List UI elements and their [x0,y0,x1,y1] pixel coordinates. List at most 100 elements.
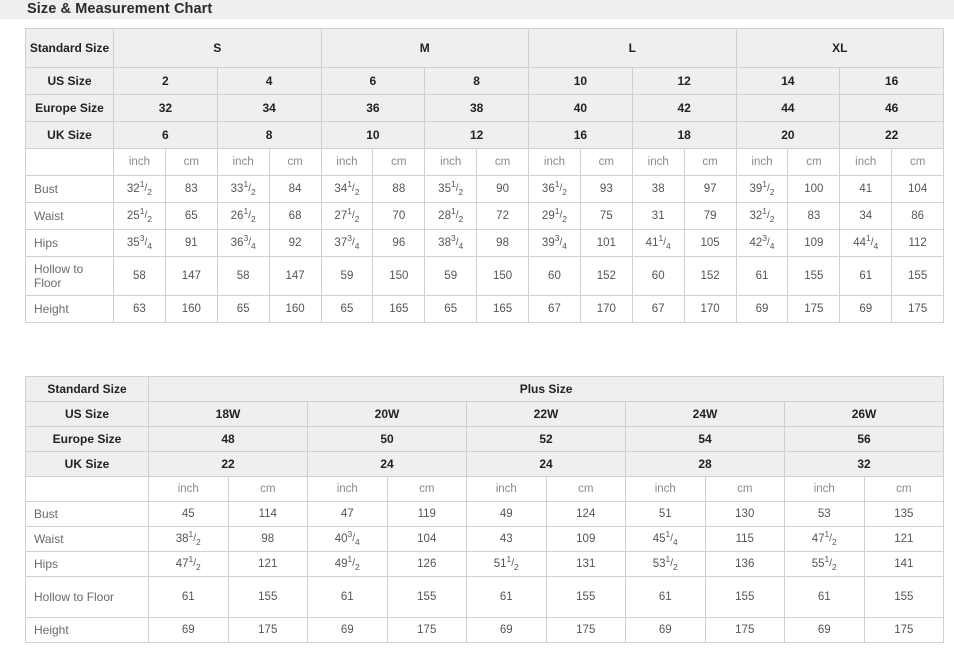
size-value-cell: 48 [148,426,308,452]
unit-label-inch: inch [320,148,374,176]
size-value-cell: 8 [424,67,530,95]
plus-unit-header-row: inch cm inch cm inch cm inch cm inch cm [25,476,945,502]
standard-size-table: Standard Size S M L XL US Size 2 4 6 8 10 12 14 16 Eur… [25,28,945,323]
measure-value-cell: 41 [839,175,893,203]
measure-value-cell: 491/2 [307,551,388,577]
size-group-header-s: S [113,28,322,68]
measure-value-cell: 271/2 [320,202,374,230]
measure-value-cell: 47 [307,501,388,527]
measure-value-cell: 61 [466,576,547,618]
measure-value-cell: 114 [227,501,308,527]
measure-label-bust: Bust [25,175,114,203]
measure-label-waist: Waist [25,202,114,230]
measure-value-cell: 147 [164,256,218,296]
measure-value-cell: 86 [891,202,945,230]
unit-label-cm: cm [372,148,426,176]
measure-value-cell: 471/2 [148,551,229,577]
plus-measure-row-hollow-to-floor: Hollow to Floor 61 155 61 155 61 155 61 155 61 155 [25,576,945,618]
measure-label-height: Height [25,617,149,643]
measure-value-cell: 175 [386,617,467,643]
measure-value-cell: 72 [476,202,530,230]
measure-value-cell: 119 [386,501,467,527]
measure-value-cell: 31 [631,202,685,230]
measure-value-cell: 403/4 [307,526,388,552]
measure-value-cell: 83 [787,202,841,230]
measure-value-cell: 98 [227,526,308,552]
measure-value-cell: 121 [863,526,945,552]
unit-header-row: inch cm inch cm inch cm inch cm inch cm inch cm inch… [25,148,945,176]
measure-value-cell: 105 [683,229,737,257]
size-value-cell: 16 [528,121,633,149]
row-header-europe-size: Europe Size [25,94,114,122]
measure-value-cell: 43 [466,526,547,552]
unit-label-cm: cm [704,476,785,502]
measure-value-cell: 69 [148,617,229,643]
measure-value-cell: 61 [307,576,388,618]
measure-value-cell: 150 [476,256,530,296]
unit-label-cm: cm [476,148,530,176]
measure-value-cell: 51 [625,501,706,527]
measure-value-cell: 65 [164,202,218,230]
row-header-us-size: US Size [25,67,114,95]
measure-value-cell: 551/2 [784,551,865,577]
measure-value-cell: 393/4 [528,229,581,257]
unit-label-cm: cm [787,148,841,176]
measure-value-cell: 155 [891,256,945,296]
unit-label-cm: cm [683,148,737,176]
measure-value-cell: 441/4 [839,229,893,257]
row-header-us-size: US Size [25,401,149,427]
measure-value-cell: 59 [320,256,374,296]
plus-size-row-us-size: US Size 18W 20W 22W 24W 26W [25,401,945,427]
size-value-cell: 6 [320,67,426,95]
measure-value-cell: 112 [891,229,945,257]
size-value-cell: 8 [216,121,322,149]
size-value-cell: 40 [528,94,633,122]
size-value-cell: 12 [631,67,737,95]
measure-value-cell: 130 [704,501,785,527]
measure-value-cell: 381/2 [148,526,229,552]
measure-label-bust: Bust [25,501,149,527]
size-value-cell: 54 [625,426,785,452]
measure-value-cell: 38 [631,175,685,203]
measure-value-cell: 170 [683,295,737,323]
plus-size-table: Standard Size Plus Size US Size 18W 20W 22W 24… [25,376,945,643]
size-value-cell: 22 [148,451,308,477]
measure-value-cell: 331/2 [216,175,270,203]
measure-value-cell: 83 [164,175,218,203]
measure-value-cell: 251/2 [113,202,166,230]
corner-label-standard-size-plus: Standard Size [25,376,149,402]
measure-value-cell: 96 [372,229,426,257]
measure-value-cell: 373/4 [320,229,374,257]
measure-value-cell: 511/2 [466,551,547,577]
size-value-cell: 26W [783,401,945,427]
measure-value-cell: 131 [545,551,626,577]
size-value-cell: 2 [113,67,218,95]
size-value-cell: 38 [424,94,530,122]
plus-measure-row-bust: Bust 45 114 47 119 49 124 51 130 53 135 [25,501,945,527]
measure-value-cell: 90 [476,175,530,203]
measure-value-cell: 451/4 [625,526,706,552]
measure-value-cell: 75 [579,202,633,230]
measure-row-hollow-to-floor: Hollow to Floor 58 147 58 147 59 150 59 150 60 152… [25,256,945,296]
size-group-header-m: M [320,28,530,68]
plus-measure-row-hips: Hips 471/2 121 491/2 126 511/2 131 531/2 136 551/… [25,551,945,577]
size-value-cell: 24 [307,451,467,477]
plus-measure-row-waist: Waist 381/2 98 403/4 104 43 109 451/4 115 471/2 12… [25,526,945,552]
measure-value-cell: 104 [386,526,467,552]
measure-value-cell: 261/2 [216,202,270,230]
plus-measure-row-height: Height 69 175 69 175 69 175 69 175 69 175 [25,617,945,643]
measure-label-waist: Waist [25,526,149,552]
measure-value-cell: 69 [735,295,789,323]
size-value-cell: 56 [783,426,945,452]
measure-value-cell: 321/2 [113,175,166,203]
unit-label-inch: inch [631,148,685,176]
size-value-cell: 46 [839,94,945,122]
row-header-europe-size: Europe Size [25,426,149,452]
measure-value-cell: 61 [148,576,229,618]
measure-value-cell: 61 [839,256,893,296]
measure-value-cell: 58 [216,256,270,296]
measure-value-cell: 61 [625,576,706,618]
measure-value-cell: 341/2 [320,175,374,203]
measure-value-cell: 152 [579,256,633,296]
size-value-cell: 22W [466,401,626,427]
